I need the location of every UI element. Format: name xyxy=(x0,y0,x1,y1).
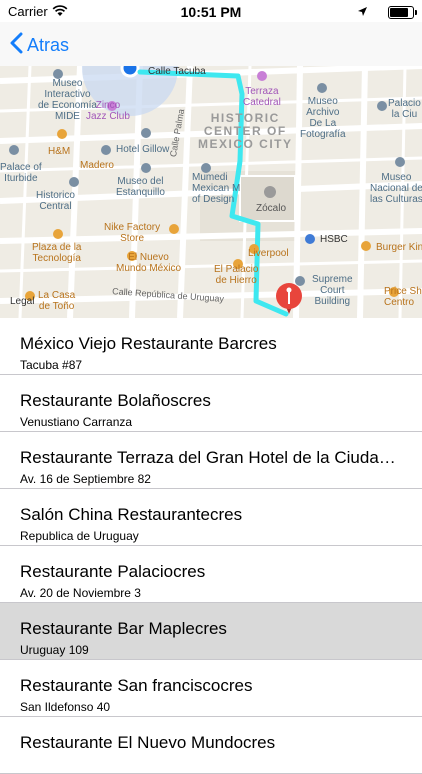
poi-label: Historico Central xyxy=(36,190,75,212)
poi-label: Terraza Catedral xyxy=(243,86,281,108)
restaurant-name: Restaurante Bar Maplecres xyxy=(20,619,227,638)
district-label: HISTORIC CENTER OF MEXICO CITY xyxy=(198,111,293,151)
navigation-bar: Atras xyxy=(0,22,422,66)
restaurant-name: Restaurante El Nuevo Mundocres xyxy=(20,733,276,752)
poi-label: Zinco Jazz Club xyxy=(86,100,130,122)
list-item[interactable]: Restaurante San franciscocres San Ildefo… xyxy=(0,660,422,717)
restaurant-address: Venustiano Carranza xyxy=(20,415,133,429)
poi-label: Museo Archivo De La Fotografía xyxy=(300,96,346,140)
restaurant-name: Restaurante San franciscocres xyxy=(20,676,253,695)
poi-label: Museo Nacional de las Culturas xyxy=(370,172,422,205)
restaurant-address: Uruguay 109 xyxy=(20,643,89,657)
back-button[interactable]: Atras xyxy=(10,32,69,59)
street-label: Calle Tacuba xyxy=(148,66,206,77)
list-item[interactable]: Salón China Restaurantecres Republica de… xyxy=(0,489,422,546)
map-view[interactable]: Calle Tacuba Museo Interactivo de Econom… xyxy=(0,66,422,318)
restaurant-address: Av. 16 de Septiembre 82 xyxy=(20,472,151,486)
restaurant-name: México Viejo Restaurante Barcres xyxy=(20,334,277,353)
poi-label: Price Sh Centro xyxy=(384,286,422,308)
location-arrow-icon xyxy=(357,5,368,20)
poi-label: Hotel Gillow xyxy=(116,144,170,155)
poi-label: Palacio la Ciu xyxy=(388,98,421,120)
list-item[interactable]: Restaurante Palaciocres Av. 20 de Noviem… xyxy=(0,546,422,603)
poi-label: Supreme Court Building xyxy=(312,274,353,307)
list-item[interactable]: México Viejo Restaurante Barcres Tacuba … xyxy=(0,318,422,375)
list-item[interactable]: Restaurante Terraza del Gran Hotel de la… xyxy=(0,432,422,489)
status-bar: Carrier 10:51 PM xyxy=(0,0,422,22)
restaurant-address: Av. 20 de Noviembre 3 xyxy=(20,586,141,600)
restaurant-name: Salón China Restaurantecres xyxy=(20,505,243,524)
back-label: Atras xyxy=(27,35,70,55)
poi-label: Palace of Iturbide xyxy=(0,162,42,184)
poi-label: Plaza de la Tecnología xyxy=(32,242,82,264)
restaurant-list: México Viejo Restaurante Barcres Tacuba … xyxy=(0,318,422,774)
restaurant-address: San Ildefonso 40 xyxy=(20,700,111,714)
poi-label: La Casa de Toño xyxy=(38,290,76,312)
restaurant-name: Restaurante Terraza del Gran Hotel de la… xyxy=(20,448,405,467)
restaurant-name: Restaurante Bolañoscres xyxy=(20,391,211,410)
poi-label: El Nuevo Mundo México xyxy=(116,252,182,274)
list-item-selected[interactable]: Restaurante Bar Maplecres Uruguay 109 xyxy=(0,603,422,660)
poi-label: Liverpool xyxy=(248,248,289,259)
poi-label: Burger Kin xyxy=(376,242,422,253)
list-item[interactable]: Restaurante Bolañoscres Venustiano Carra… xyxy=(0,375,422,432)
chevron-left-icon xyxy=(10,32,23,59)
poi-label: H&M xyxy=(48,146,71,157)
restaurant-address: Tacuba #87 xyxy=(20,358,83,372)
poi-label: Nike Factory Store xyxy=(104,222,161,244)
list-item[interactable]: Restaurante El Nuevo Mundocres xyxy=(0,717,422,774)
restaurant-name: Restaurante Palaciocres xyxy=(20,562,206,581)
poi-label: HSBC xyxy=(320,234,348,245)
poi-label: Madero xyxy=(80,160,114,171)
legal-link[interactable]: Legal xyxy=(10,296,34,307)
battery-icon xyxy=(388,6,417,19)
poi-label: El Palacio de Hierro xyxy=(214,264,259,286)
poi-label: Mumedi Mexican M of Design xyxy=(192,172,241,205)
restaurant-address: Republica de Uruguay xyxy=(20,529,139,543)
poi-label: Zócalo xyxy=(256,203,287,214)
poi-label: Museo del Estanquillo xyxy=(116,176,165,198)
